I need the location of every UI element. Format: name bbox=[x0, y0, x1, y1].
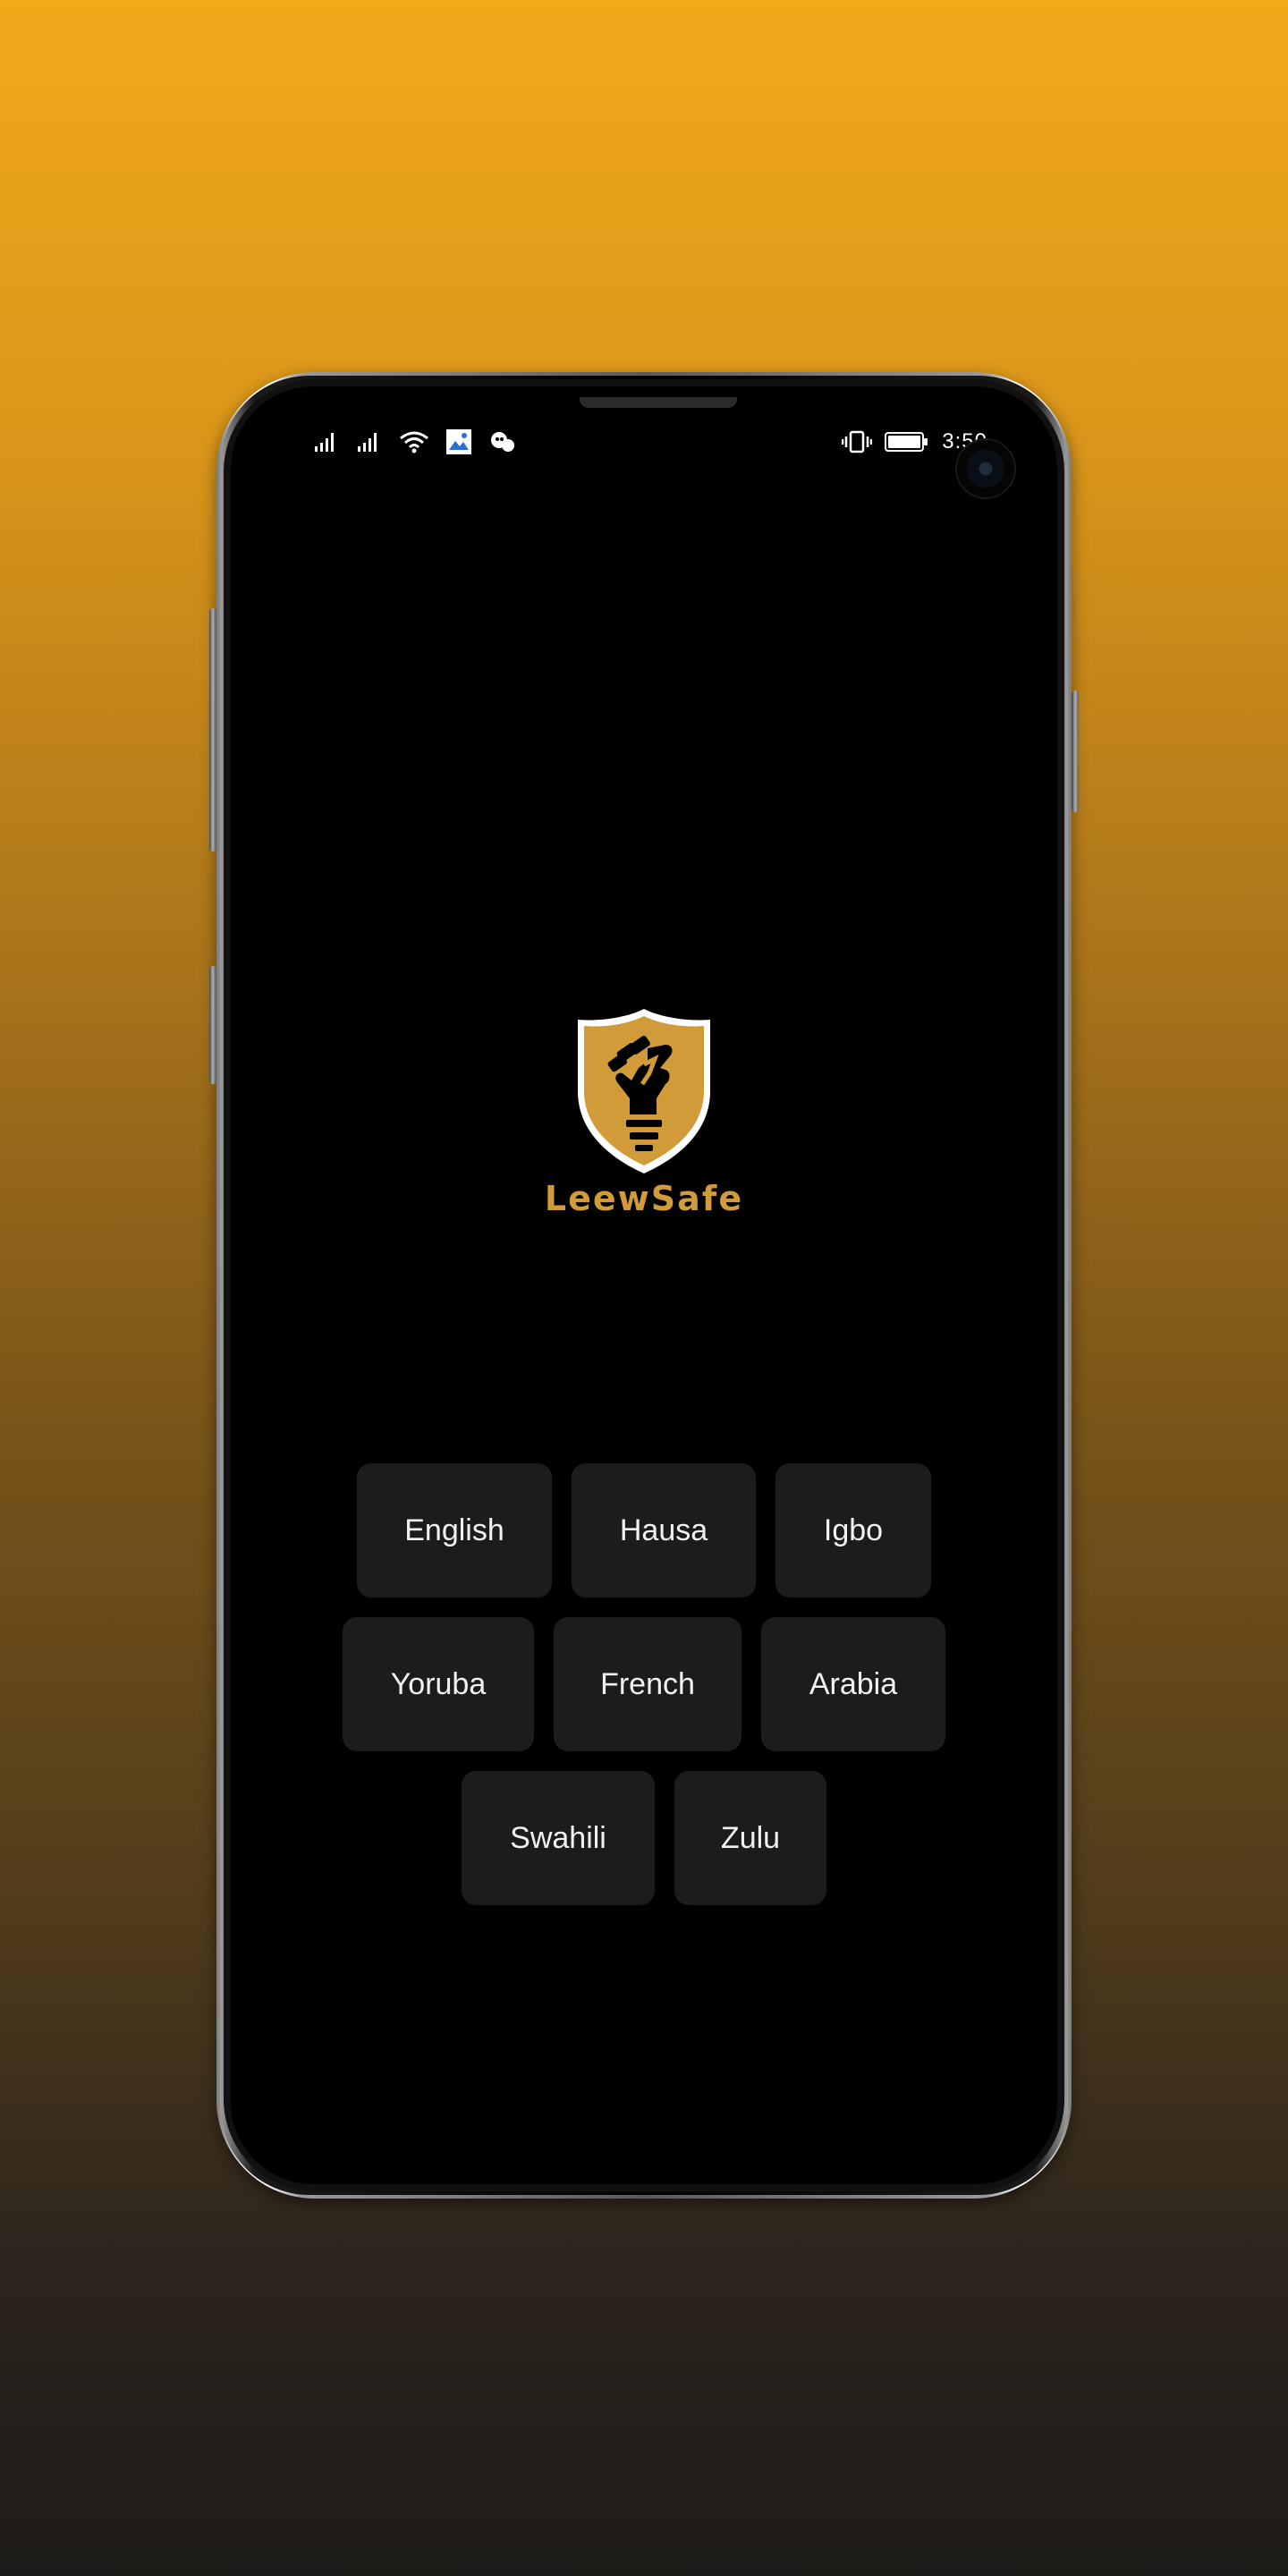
signal-1-icon bbox=[315, 433, 334, 452]
language-button-arabia[interactable]: Arabia bbox=[761, 1617, 945, 1751]
app-notification-icon bbox=[491, 432, 514, 452]
status-bar: 3:50 bbox=[231, 422, 1057, 462]
status-left-icons bbox=[313, 422, 515, 462]
photo-notification-icon bbox=[446, 429, 471, 454]
language-button-swahili[interactable]: Swahili bbox=[462, 1771, 655, 1905]
earpiece-speaker bbox=[580, 397, 737, 408]
phone-frame: 3:50 LeewSafe English Hausa Igbo Yoruba … bbox=[216, 372, 1072, 2199]
language-button-igbo[interactable]: Igbo bbox=[775, 1463, 931, 1597]
vibrate-icon bbox=[842, 430, 873, 453]
signal-2-icon bbox=[358, 433, 377, 452]
brand-name: LeewSafe bbox=[544, 1179, 744, 1218]
language-button-yoruba[interactable]: Yoruba bbox=[343, 1617, 534, 1751]
bixby-button bbox=[209, 966, 216, 1084]
shield-fist-icon bbox=[578, 1009, 710, 1174]
phone-screen: 3:50 LeewSafe English Hausa Igbo Yoruba … bbox=[231, 386, 1057, 2184]
language-row-3: Swahili Zulu bbox=[231, 1771, 1057, 1905]
language-row-2: Yoruba French Arabia bbox=[231, 1617, 1057, 1751]
battery-icon bbox=[885, 432, 928, 452]
language-button-english[interactable]: English bbox=[357, 1463, 552, 1597]
language-button-hausa[interactable]: Hausa bbox=[572, 1463, 756, 1597]
language-button-zulu[interactable]: Zulu bbox=[674, 1771, 826, 1905]
language-button-french[interactable]: French bbox=[554, 1617, 741, 1751]
wifi-icon bbox=[400, 431, 428, 453]
front-camera bbox=[957, 440, 1014, 497]
language-row-1: English Hausa Igbo bbox=[231, 1463, 1057, 1597]
volume-button bbox=[209, 608, 216, 852]
power-button bbox=[1072, 691, 1079, 812]
app-logo: LeewSafe bbox=[231, 1005, 1057, 1218]
